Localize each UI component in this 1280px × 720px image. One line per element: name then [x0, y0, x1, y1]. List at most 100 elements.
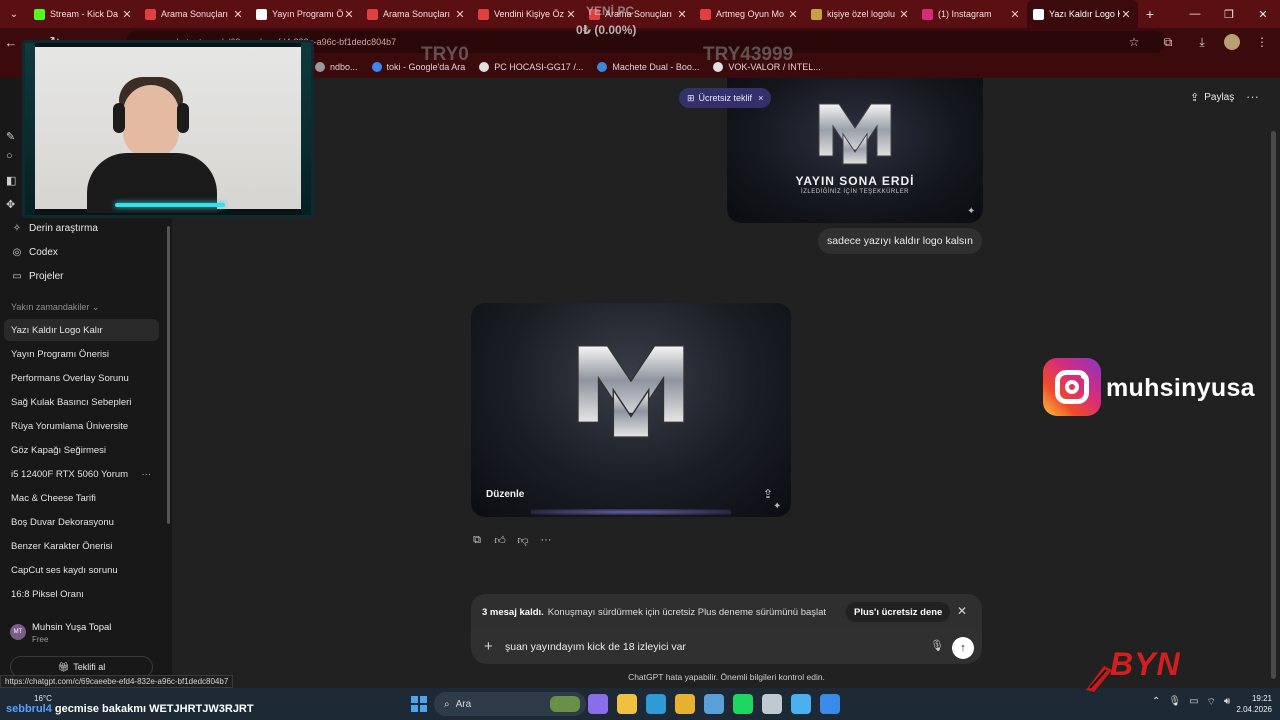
- minimize-icon[interactable]: —: [1178, 0, 1212, 28]
- chat-history-item[interactable]: i5 12400F RTX 5060 Yorum ···: [4, 463, 159, 485]
- extensions-icon[interactable]: ⧉: [1156, 35, 1180, 50]
- browser-tab[interactable]: Yayın Programı Ö ✕: [250, 0, 361, 28]
- weather-temp[interactable]: 16°C: [34, 694, 52, 703]
- avatar: MT: [10, 624, 26, 640]
- attach-plus-icon[interactable]: +: [484, 638, 493, 655]
- search-highlight-icon: [550, 696, 580, 712]
- chevron-up-icon[interactable]: ⌃: [1152, 696, 1160, 709]
- edit-image-button[interactable]: Düzenle: [486, 489, 524, 500]
- try-plus-button[interactable]: Plus'ı ücretsiz dene: [846, 602, 951, 622]
- chrome-icon[interactable]: [675, 694, 695, 714]
- chat-history-item[interactable]: Yayın Programı Önerisi: [4, 343, 159, 365]
- browser-tab[interactable]: Yazı Kaldır Logo K ✕: [1027, 0, 1138, 28]
- browser-menu-icon[interactable]: ⋮: [1250, 35, 1274, 49]
- clock[interactable]: 19:21 2.04.2026: [1232, 693, 1272, 715]
- browser-tab[interactable]: Vendini Kişiye Öz ✕: [472, 0, 583, 28]
- wifi-icon[interactable]: ⌔: [1207, 696, 1216, 709]
- close-tab-icon[interactable]: ✕: [232, 8, 244, 21]
- bookmark-item[interactable]: Machete Dual - Boo...: [597, 62, 699, 72]
- chat-history-item[interactable]: Sağ Kulak Basıncı Sebepleri: [4, 391, 159, 413]
- chat-history-item[interactable]: 16:8 Piksel Oranı: [4, 583, 159, 605]
- close-icon[interactable]: ×: [758, 93, 763, 103]
- my-logo-icon: [577, 345, 685, 438]
- steam-icon[interactable]: [762, 694, 782, 714]
- chat-history-item[interactable]: Rüya Yorumlama Üniversite: [4, 415, 159, 437]
- close-tab-icon[interactable]: ✕: [1120, 8, 1132, 21]
- file-explorer-icon[interactable]: [617, 694, 637, 714]
- bookmark-star-icon[interactable]: ☆: [1122, 35, 1146, 49]
- main-scrollbar[interactable]: [1271, 131, 1276, 679]
- chat-history-item[interactable]: Performans Overlay Sorunu: [4, 367, 159, 389]
- chat-options-icon[interactable]: ···: [142, 469, 152, 480]
- sidebar-scrollbar[interactable]: [167, 226, 170, 524]
- tab-title: (1) Instagram: [938, 9, 992, 19]
- browser-tab[interactable]: Stream - Kick Da ✕: [28, 0, 139, 28]
- app-edit-icon[interactable]: [820, 694, 840, 714]
- windows-start-icon[interactable]: [411, 696, 427, 712]
- generated-image-2[interactable]: Düzenle ⇪ ✦: [471, 303, 791, 517]
- taskbar-search[interactable]: ⌕ Ara: [434, 692, 586, 716]
- close-banner-icon[interactable]: ✕: [957, 604, 967, 618]
- edge-icon[interactable]: [646, 694, 666, 714]
- more-options-icon[interactable]: ···: [1246, 89, 1259, 104]
- app-window-icon[interactable]: [704, 694, 724, 714]
- new-tab-button[interactable]: +: [1138, 6, 1162, 22]
- free-offer-pill[interactable]: ⊞ Ücretsiz teklif ×: [679, 88, 772, 108]
- back-icon[interactable]: ←: [0, 35, 22, 50]
- share-button[interactable]: ⇪ Paylaş: [1190, 91, 1234, 104]
- restore-icon[interactable]: ❐: [1212, 0, 1246, 28]
- sidebar-item-projects[interactable]: ▭ Projeler: [6, 265, 160, 287]
- streamer-logo: BYN: [1082, 646, 1182, 696]
- chat-history-item[interactable]: Mac & Cheese Tarifi: [4, 487, 159, 509]
- copy-icon[interactable]: ⧉: [470, 534, 484, 547]
- chat-history-item[interactable]: Yazı Kaldır Logo Kalır: [4, 319, 159, 341]
- tab-search-icon[interactable]: ⌄: [0, 0, 28, 28]
- close-tab-icon[interactable]: ✕: [121, 8, 133, 21]
- close-tab-icon[interactable]: ✕: [787, 8, 799, 21]
- screen: ⌄ Stream - Kick Da ✕ Arama Sonuçları ✕ Yayın…: [0, 0, 1280, 720]
- spotify-icon[interactable]: [733, 694, 753, 714]
- thumbs-down-icon[interactable]: 👎︎: [516, 534, 530, 547]
- chat-history-item[interactable]: Benzer Karakter Önerisi: [4, 535, 159, 557]
- close-tab-icon[interactable]: ✕: [343, 8, 355, 21]
- close-tab-icon[interactable]: ✕: [1009, 8, 1021, 21]
- microphone-icon[interactable]: 🎙︎: [930, 639, 944, 652]
- browser-tab[interactable]: (1) Instagram ✕: [916, 0, 1027, 28]
- share-image-icon[interactable]: ⇪: [763, 487, 773, 501]
- close-tab-icon[interactable]: ✕: [676, 8, 688, 21]
- message-input[interactable]: şuan yayındayım kick de 18 izleyici var: [505, 641, 686, 653]
- chat-history-item[interactable]: Göz Kapağı Seğirmesi: [4, 439, 159, 461]
- bookmark-item[interactable]: ndbo...: [315, 62, 358, 72]
- microphone-tray-icon[interactable]: 🎙︎: [1168, 696, 1181, 709]
- volume-icon[interactable]: 🔊︎: [1224, 696, 1230, 709]
- chat-history-item[interactable]: CapCut ses kaydı sorunu: [4, 559, 159, 581]
- send-button[interactable]: ↑: [952, 637, 974, 659]
- copilot-icon[interactable]: [588, 694, 608, 714]
- profile-avatar[interactable]: [1224, 34, 1240, 50]
- download-icon[interactable]: ⤓: [1190, 35, 1214, 50]
- browser-tab[interactable]: Artmeg Oyun Mo ✕: [694, 0, 805, 28]
- chat-history-item[interactable]: Boş Duvar Dekorasyonu: [4, 511, 159, 533]
- user-profile[interactable]: MT Muhsin Yuşa Topal Free: [0, 614, 172, 654]
- sidebar-item-codex[interactable]: ◎ Codex: [6, 241, 160, 263]
- browser-tab[interactable]: Arama Sonuçları ✕: [361, 0, 472, 28]
- tab-title: Vendini Kişiye Öz: [494, 9, 565, 19]
- display-icon[interactable]: ▭: [1189, 696, 1198, 709]
- message-composer[interactable]: + şuan yayındayım kick de 18 izleyici va…: [471, 630, 982, 664]
- thumbs-up-icon[interactable]: 👍︎: [493, 534, 507, 547]
- close-tab-icon[interactable]: ✕: [898, 8, 910, 21]
- tab-favicon-icon: [922, 8, 933, 20]
- more-icon[interactable]: ···: [539, 534, 553, 547]
- recent-section-title[interactable]: Yakın zamandakiler ⌄: [11, 302, 99, 313]
- browser-tab[interactable]: kişiye özel logolu ✕: [805, 0, 916, 28]
- close-window-icon[interactable]: ✕: [1246, 0, 1280, 28]
- sidebar-item-deep-research[interactable]: ✧ Derin araştırma: [6, 217, 160, 239]
- goal-progress: 0₺ (0.00%): [576, 23, 637, 37]
- close-tab-icon[interactable]: ✕: [454, 8, 466, 21]
- close-tab-icon[interactable]: ✕: [565, 8, 577, 21]
- tab-title: Arama Sonuçları: [161, 9, 229, 19]
- app-diamond-icon[interactable]: [791, 694, 811, 714]
- instagram-handle: muhsinyusa: [1106, 374, 1255, 402]
- browser-tab[interactable]: Arama Sonuçları ✕: [139, 0, 250, 28]
- bookmark-item[interactable]: PC HOCASI-GG17 /...: [479, 62, 583, 72]
